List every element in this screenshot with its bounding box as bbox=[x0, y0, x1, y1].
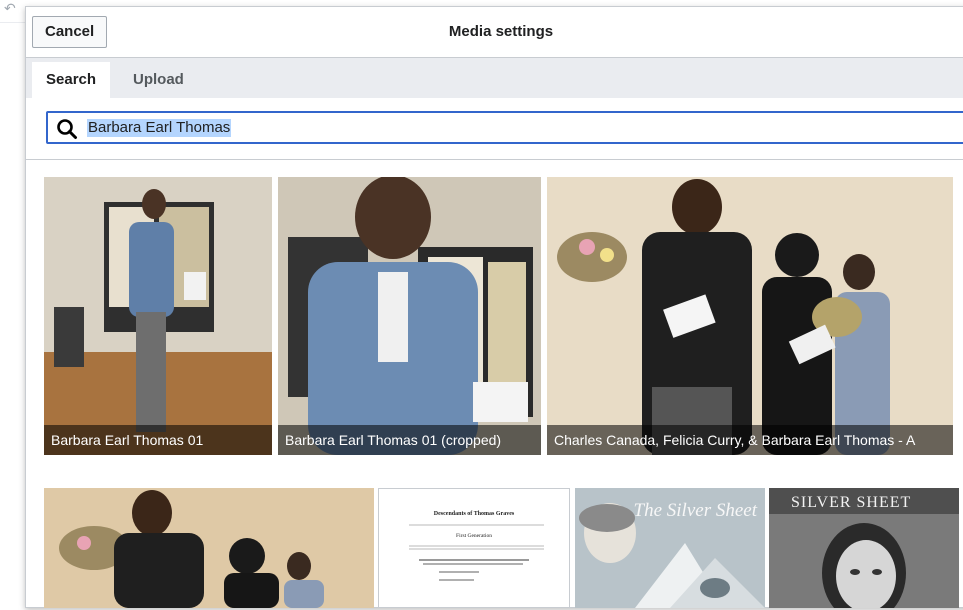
background-undo-icon: ↶ bbox=[4, 0, 16, 16]
result-caption: Barbara Earl Thomas 01 bbox=[44, 425, 272, 455]
media-settings-dialog: Cancel Media settings Search Upload Barb… bbox=[25, 6, 963, 608]
cover-title: SILVER SHEET bbox=[791, 494, 912, 511]
tab-search[interactable]: Search bbox=[32, 62, 111, 98]
result-thumbnail bbox=[547, 177, 953, 455]
result-thumbnail bbox=[44, 488, 374, 608]
result-tile[interactable]: Barbara Earl Thomas 01 bbox=[44, 177, 272, 455]
result-tile[interactable] bbox=[44, 488, 374, 608]
search-input-value: Barbara Earl Thomas bbox=[87, 119, 232, 137]
result-caption: Barbara Earl Thomas 01 (cropped) bbox=[278, 425, 541, 455]
search-results-grid: Barbara Earl Thomas 01 Barbara Earl Thom… bbox=[26, 160, 963, 610]
result-thumbnail bbox=[44, 177, 272, 455]
result-tile[interactable]: Descendants of Thomas Graves First Gener… bbox=[378, 488, 570, 608]
result-tile[interactable]: Charles Canada, Felicia Curry, & Barbara… bbox=[547, 177, 953, 455]
tab-bar: Search Upload bbox=[26, 58, 963, 98]
result-tile[interactable]: Barbara Earl Thomas 01 (cropped) bbox=[278, 177, 541, 455]
dialog-title: Media settings bbox=[448, 23, 554, 40]
result-tile[interactable]: SILVER SHEET bbox=[769, 488, 959, 608]
cover-title: The Silver Sheet bbox=[633, 500, 757, 521]
tab-upload[interactable]: Upload bbox=[119, 62, 198, 98]
search-area: Barbara Earl Thomas bbox=[26, 98, 963, 160]
result-caption: Charles Canada, Felicia Curry, & Barbara… bbox=[547, 425, 953, 455]
result-thumbnail bbox=[278, 177, 541, 455]
document-lines bbox=[409, 524, 544, 581]
search-icon bbox=[57, 119, 77, 139]
dialog-header: Cancel Media settings bbox=[26, 7, 963, 58]
result-tile[interactable]: The Silver Sheet bbox=[575, 488, 765, 608]
search-input[interactable]: Barbara Earl Thomas bbox=[46, 111, 963, 144]
